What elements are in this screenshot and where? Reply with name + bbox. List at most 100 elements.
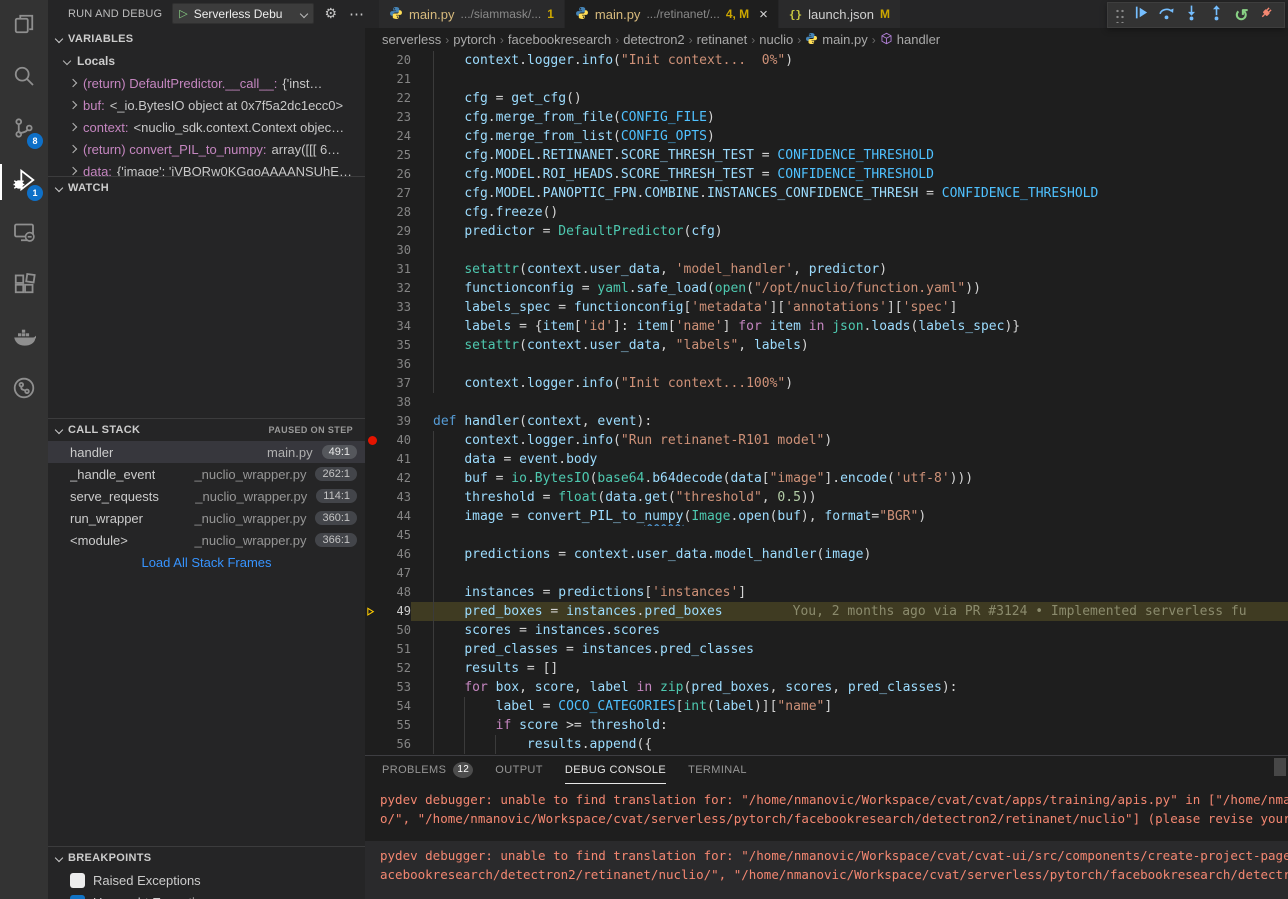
code-line-26[interactable]: 26 cfg.MODEL.ROI_HEADS.SCORE_THRESH_TEST… [365,165,1288,184]
breadcrumb-item-nuclio[interactable]: nuclio [759,32,793,47]
code-line-44[interactable]: 44 image = convert_PIL_to_numpy(Image.op… [365,507,1288,526]
close-icon[interactable]: × [759,6,768,23]
code-editor[interactable]: 20 context.logger.info("Init context... … [365,51,1288,755]
code-line-52[interactable]: 52 results = [] [365,659,1288,678]
breakpoint-margin[interactable] [365,298,381,317]
breakpoint-margin[interactable] [365,70,381,89]
breakpoint-margin[interactable] [365,488,381,507]
breakpoint-margin[interactable] [365,336,381,355]
code-line-21[interactable]: 21 [365,70,1288,89]
breakpoint-margin[interactable] [365,355,381,374]
panel-tab-problems[interactable]: PROBLEMS12 [382,756,473,784]
code-line-28[interactable]: 28 cfg.freeze() [365,203,1288,222]
code-line-29[interactable]: 29 predictor = DefaultPredictor(cfg) [365,222,1288,241]
code-line-20[interactable]: 20 context.logger.info("Init context... … [365,51,1288,70]
breadcrumb-item-detectron2[interactable]: detectron2 [623,32,684,47]
debug-console-output[interactable]: pydev debugger: unable to find translati… [365,784,1288,899]
stack-frame-row[interactable]: run_wrapper_nuclio_wrapper.py360:1 [48,507,365,529]
variable-row[interactable]: (return) DefaultPredictor.__call__:{'ins… [48,72,365,94]
variable-row[interactable]: buf:<_io.BytesIO object at 0x7f5a2dc1ecc… [48,94,365,116]
code-line-37[interactable]: 37 context.logger.info("Init context...1… [365,374,1288,393]
code-line-33[interactable]: 33 labels_spec = functionconfig['metadat… [365,298,1288,317]
breakpoint-row[interactable]: Raised Exceptions [48,869,365,891]
breakpoint-margin[interactable] [365,564,381,583]
breakpoint-margin[interactable] [365,412,381,431]
breakpoint-margin[interactable] [365,374,381,393]
code-line-45[interactable]: 45 [365,526,1288,545]
variables-scope-locals[interactable]: Locals [48,50,365,72]
breakpoint-margin[interactable] [365,507,381,526]
code-line-36[interactable]: 36 [365,355,1288,374]
code-line-35[interactable]: 35 setattr(context.user_data, "labels", … [365,336,1288,355]
code-line-31[interactable]: 31 setattr(context.user_data, 'model_han… [365,260,1288,279]
code-line-51[interactable]: 51 pred_classes = instances.pred_classes [365,640,1288,659]
activity-item-run-and-debug[interactable]: 1 [0,156,48,208]
code-line-27[interactable]: 27 cfg.MODEL.PANOPTIC_FPN.COMBINE.INSTAN… [365,184,1288,203]
code-line-47[interactable]: 47 [365,564,1288,583]
disconnect-button[interactable] [1254,3,1279,27]
breakpoint-margin[interactable] [365,545,381,564]
code-line-54[interactable]: 54 label = COCO_CATEGORIES[int(label)]["… [365,697,1288,716]
breakpoint-margin[interactable] [365,526,381,545]
code-line-38[interactable]: 38 [365,393,1288,412]
launch-configuration-dropdown[interactable]: ▷ Serverless Debu [172,3,314,24]
drag-handle-icon[interactable] [1115,7,1124,23]
gear-icon[interactable]: ⚙ [324,5,337,22]
stack-frame-row[interactable]: handlermain.py49:1 [48,441,365,463]
editor-tab-main.py[interactable]: main.py.../siammask/...1 [379,0,565,28]
variable-row[interactable]: (return) convert_PIL_to_numpy:array([[[ … [48,138,365,160]
code-line-43[interactable]: 43 threshold = float(data.get("threshold… [365,488,1288,507]
breadcrumb-item-serverless[interactable]: serverless [382,32,441,47]
call-stack-section-header[interactable]: CALL STACK PAUSED ON STEP [48,419,365,441]
code-line-50[interactable]: 50 scores = instances.scores [365,621,1288,640]
breakpoint-margin[interactable] [365,697,381,716]
breakpoint-checkbox[interactable] [70,873,85,888]
code-line-46[interactable]: 46 predictions = context.user_data.model… [365,545,1288,564]
code-line-30[interactable]: 30 [365,241,1288,260]
activity-item-git-graph[interactable] [0,364,48,416]
more-actions-icon[interactable]: ⋯ [349,5,365,23]
activity-item-source-control[interactable]: 8 [0,104,48,156]
breakpoint-margin[interactable] [365,317,381,336]
breakpoint-margin[interactable] [365,241,381,260]
breakpoint-margin[interactable] [365,621,381,640]
breakpoint-margin[interactable] [365,127,381,146]
breakpoint-checkbox[interactable]: ✓ [70,895,85,899]
restart-button[interactable]: ↺ [1229,3,1254,27]
step-over-button[interactable] [1154,3,1179,27]
breadcrumb-item-handler[interactable]: handler [880,32,940,48]
variable-row[interactable]: context:<nuclio_sdk.context.Context obje… [48,116,365,138]
stack-frame-row[interactable]: serve_requests_nuclio_wrapper.py114:1 [48,485,365,507]
breakpoint-margin[interactable] [365,222,381,241]
code-line-56[interactable]: 56 results.append({ [365,735,1288,754]
activity-item-docker[interactable] [0,312,48,364]
breakpoint-row[interactable]: ✓Uncaught Exceptions [48,891,365,899]
variables-section-header[interactable]: VARIABLES [48,28,365,50]
breakpoint-margin[interactable] [365,146,381,165]
code-line-23[interactable]: 23 cfg.merge_from_file(CONFIG_FILE) [365,108,1288,127]
breakpoint-margin[interactable] [365,393,381,412]
stack-frame-row[interactable]: _handle_event_nuclio_wrapper.py262:1 [48,463,365,485]
panel-tab-output[interactable]: OUTPUT [495,756,543,784]
panel-tab-debug-console[interactable]: DEBUG CONSOLE [565,756,666,784]
breakpoint-margin[interactable] [365,450,381,469]
code-line-39[interactable]: 39def handler(context, event): [365,412,1288,431]
breakpoint-margin[interactable] [365,431,381,450]
watch-section-header[interactable]: WATCH [48,177,365,199]
breakpoint-margin[interactable] [365,260,381,279]
code-line-55[interactable]: 55 if score >= threshold: [365,716,1288,735]
breakpoint-margin[interactable] [365,735,381,754]
code-line-53[interactable]: 53 for box, score, label in zip(pred_box… [365,678,1288,697]
breakpoint-margin[interactable] [365,51,381,70]
breakpoint-icon[interactable] [368,436,377,445]
activity-item-explorer[interactable] [0,0,48,52]
stack-frame-row[interactable]: <module>_nuclio_wrapper.py366:1 [48,529,365,551]
code-line-48[interactable]: 48 instances = predictions['instances'] [365,583,1288,602]
breakpoint-margin[interactable] [365,184,381,203]
load-all-stack-frames-link[interactable]: Load All Stack Frames [48,555,365,570]
breadcrumb-item-facebookresearch[interactable]: facebookresearch [508,32,611,47]
breakpoint-margin[interactable] [365,108,381,127]
breakpoint-margin[interactable] [365,659,381,678]
breadcrumb-item-retinanet[interactable]: retinanet [697,32,748,47]
console-selected-block[interactable]: pydev debugger: unable to find translati… [365,841,1288,899]
